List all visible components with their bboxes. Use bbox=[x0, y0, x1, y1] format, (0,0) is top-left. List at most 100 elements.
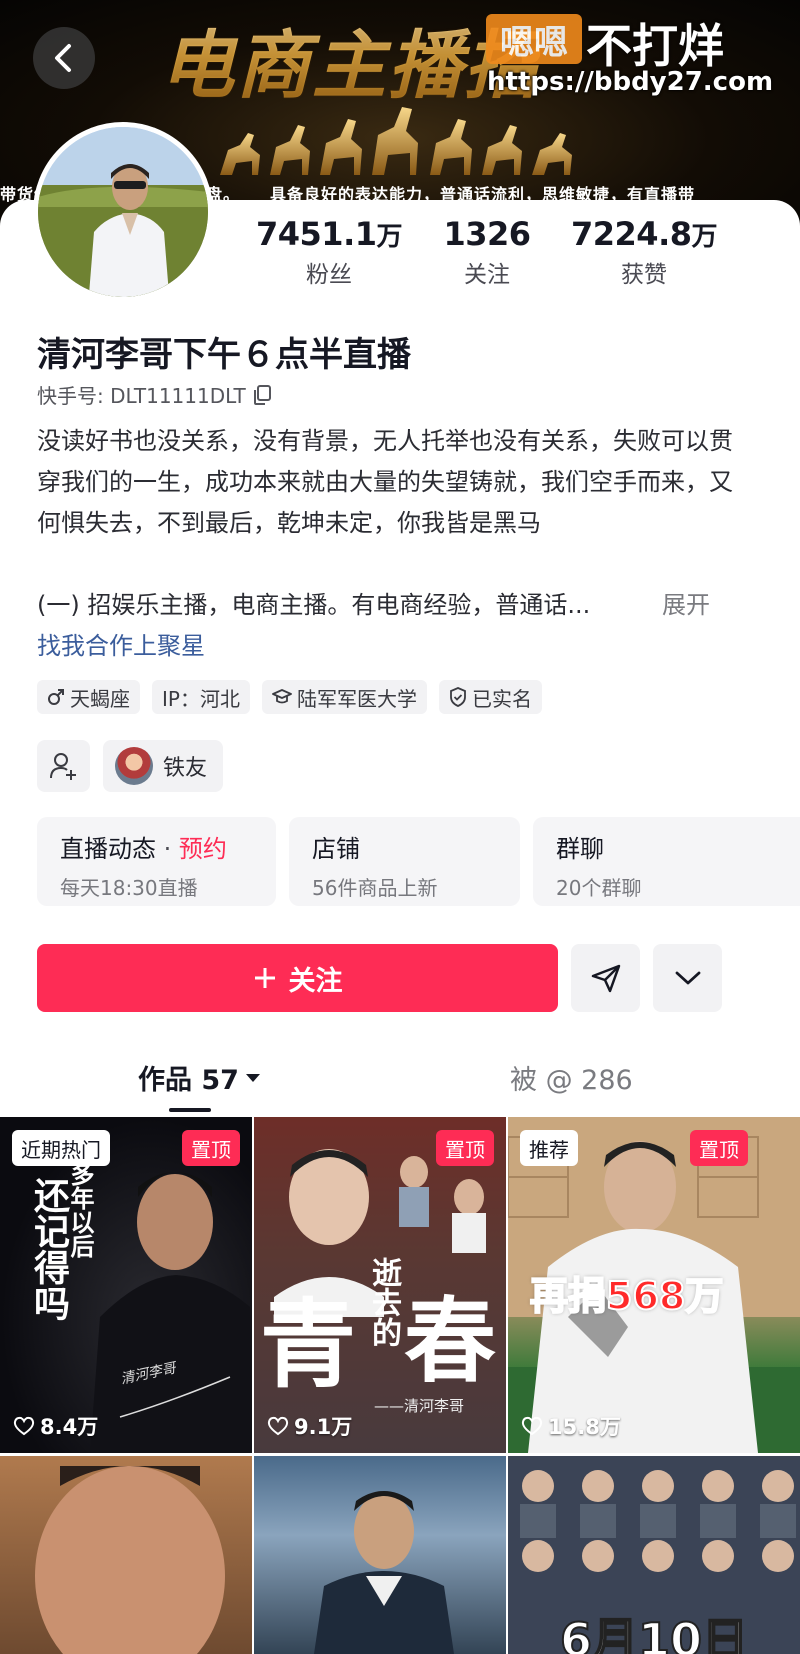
watermark-logo: 嗯嗯 bbox=[486, 14, 582, 64]
tag-ip-text: IP：河北 bbox=[162, 686, 240, 711]
shop-card[interactable]: 店铺 56件商品上新 bbox=[289, 817, 520, 906]
video-likes-count: 8.4万 bbox=[40, 1415, 99, 1439]
chevron-left-icon bbox=[55, 44, 71, 72]
copy-icon[interactable] bbox=[252, 384, 272, 406]
group-card-sub: 20个群聊 bbox=[556, 876, 642, 900]
stat-following[interactable]: 1326 关注 bbox=[407, 215, 567, 289]
video-overlay-text: 再捐568万 bbox=[529, 1273, 724, 1319]
video-likes: 15.8万 bbox=[521, 1411, 621, 1441]
live-card-dot: · bbox=[156, 835, 179, 863]
shield-check-icon bbox=[450, 687, 466, 707]
male-icon bbox=[48, 689, 64, 705]
pinned-badge: 置顶 bbox=[690, 1130, 748, 1166]
video-card[interactable] bbox=[0, 1456, 252, 1654]
stat-followers-value: 7451.1 bbox=[256, 215, 377, 253]
video-overlay-text: 6月10日 bbox=[559, 1612, 749, 1654]
group-chat-card[interactable]: 群聊 20个群聊 bbox=[533, 817, 800, 906]
stat-likes-value: 7224.8 bbox=[571, 215, 692, 253]
stat-followers[interactable]: 7451.1万 粉丝 bbox=[249, 215, 409, 289]
tab-mentions-label: 被 @ 286 bbox=[510, 1065, 633, 1096]
shop-card-sub: 56件商品上新 bbox=[312, 876, 438, 900]
video-thumbnail bbox=[35, 1466, 225, 1654]
add-user-icon bbox=[49, 753, 76, 780]
tag-ip: IP：河北 bbox=[152, 680, 250, 714]
video-overlay-text: 逝去的 bbox=[366, 1257, 401, 1347]
stat-likes[interactable]: 7224.8万 获赞 bbox=[564, 215, 724, 289]
tab-works-label: 作品 57 bbox=[138, 1065, 239, 1096]
video-likes: 8.4万 bbox=[13, 1411, 98, 1441]
more-options-button[interactable] bbox=[653, 944, 722, 1012]
profile-bio-line5: (一) 招娱乐主播，电商主播。有电商经验，普通话... bbox=[37, 591, 591, 619]
pinned-badge: 置顶 bbox=[436, 1130, 494, 1166]
send-icon bbox=[591, 964, 620, 993]
video-likes-count: 9.1万 bbox=[294, 1415, 353, 1439]
stat-likes-unit: 万 bbox=[691, 222, 717, 252]
follow-label: 关注 bbox=[288, 965, 343, 997]
stat-likes-label: 获赞 bbox=[621, 262, 667, 288]
video-signature: ——清河李哥 bbox=[374, 1397, 465, 1415]
share-button[interactable] bbox=[571, 944, 640, 1012]
fan-group-label: 铁友 bbox=[163, 756, 208, 781]
back-button[interactable] bbox=[33, 27, 95, 89]
chevron-down-icon bbox=[675, 971, 700, 985]
video-overlay-text: 还记得吗 bbox=[28, 1177, 69, 1321]
graduation-cap-icon bbox=[272, 689, 292, 704]
video-likes-count: 15.8万 bbox=[548, 1415, 621, 1439]
stat-followers-unit: 万 bbox=[376, 222, 402, 252]
video-grid: 还记得吗 多年以后 清河李哥 近期热门 置顶 8.4万 青 逝去的 春 ——清河… bbox=[0, 1117, 800, 1654]
stat-following-value: 1326 bbox=[443, 215, 531, 253]
video-card[interactable]: 青 逝去的 春 ——清河李哥 置顶 9.1万 bbox=[254, 1117, 506, 1453]
video-overlay-big-2: 春 bbox=[404, 1287, 497, 1395]
fan-row: 铁友 bbox=[37, 740, 224, 792]
tab-works[interactable]: 作品 57 bbox=[138, 1058, 261, 1097]
profile-tags: 天蝎座 IP：河北 陆军军医大学 已实名 bbox=[37, 680, 542, 714]
video-card[interactable]: 还记得吗 多年以后 清河李哥 近期热门 置顶 8.4万 bbox=[0, 1117, 252, 1453]
live-schedule-card[interactable]: 直播动态 · 预约 每天18:30直播 bbox=[37, 817, 276, 906]
plus-icon bbox=[254, 968, 275, 988]
profile-bio: 没读好书也没关系，没有背景，无人托举也没有关系，失败可以贯穿我们的一生，成功本来… bbox=[37, 427, 733, 537]
tab-mentions[interactable]: 被 @ 286 bbox=[510, 1058, 633, 1097]
video-card[interactable]: 6月10日 bbox=[508, 1456, 800, 1654]
shop-card-title: 店铺 bbox=[312, 835, 360, 863]
collab-link[interactable]: 找我合作上聚星 bbox=[37, 626, 205, 667]
heart-icon bbox=[521, 1416, 543, 1436]
hot-badge: 近期热门 bbox=[12, 1130, 110, 1166]
video-overlay-big: 青 bbox=[260, 1288, 356, 1401]
live-card-reserve[interactable]: 预约 bbox=[179, 835, 227, 863]
content-tabs: 作品 57 被 @ 286 bbox=[0, 1058, 800, 1114]
live-card-sub: 每天18:30直播 bbox=[60, 876, 198, 900]
live-card-title: 直播动态 bbox=[60, 835, 156, 863]
heart-icon bbox=[267, 1416, 289, 1436]
tag-zodiac-text: 天蝎座 bbox=[70, 686, 130, 711]
group-card-title: 群聊 bbox=[556, 835, 604, 863]
bio-expand-link[interactable]: 展开 bbox=[662, 585, 710, 626]
banner-title: 电商主播招 bbox=[160, 6, 540, 113]
recommend-badge: 推荐 bbox=[520, 1130, 578, 1166]
kuaishou-id-text: 快手号: DLT11111DLT bbox=[37, 384, 246, 408]
profile-avatar[interactable] bbox=[33, 122, 213, 302]
profile-stats: 7451.1万 粉丝 1326 关注 7224.8万 获赞 bbox=[256, 215, 782, 295]
pinned-badge: 置顶 bbox=[182, 1130, 240, 1166]
kuaishou-id[interactable]: 快手号: DLT11111DLT bbox=[37, 380, 272, 409]
watermark-url: https://bbdy27.com bbox=[487, 67, 774, 97]
video-thumbnail bbox=[314, 1491, 454, 1654]
video-card[interactable]: 再捐568万 推荐 置顶 15.8万 bbox=[508, 1117, 800, 1453]
follow-button[interactable]: 关注 bbox=[37, 944, 558, 1012]
fan-group-avatar bbox=[115, 747, 153, 785]
tag-school[interactable]: 陆军军医大学 bbox=[261, 680, 427, 714]
stat-following-label: 关注 bbox=[464, 262, 510, 288]
profile-name: 清河李哥下午６点半直播 bbox=[37, 335, 411, 375]
fan-group-chip[interactable]: 铁友 bbox=[103, 740, 224, 792]
video-card[interactable] bbox=[254, 1456, 506, 1654]
feature-cards: 直播动态 · 预约 每天18:30直播 店铺 56件商品上新 群聊 20个群聊 bbox=[37, 817, 800, 906]
stat-followers-label: 粉丝 bbox=[306, 262, 352, 288]
tag-zodiac: 天蝎座 bbox=[37, 680, 140, 714]
tab-active-indicator bbox=[169, 1108, 211, 1112]
tag-school-text: 陆军军医大学 bbox=[296, 686, 417, 711]
tag-verified: 已实名 bbox=[438, 680, 542, 714]
golden-horses-image bbox=[220, 107, 572, 175]
caret-down-icon bbox=[245, 1073, 260, 1082]
heart-icon bbox=[13, 1416, 35, 1436]
add-friend-button[interactable] bbox=[37, 740, 90, 792]
tag-verified-text: 已实名 bbox=[471, 686, 532, 711]
